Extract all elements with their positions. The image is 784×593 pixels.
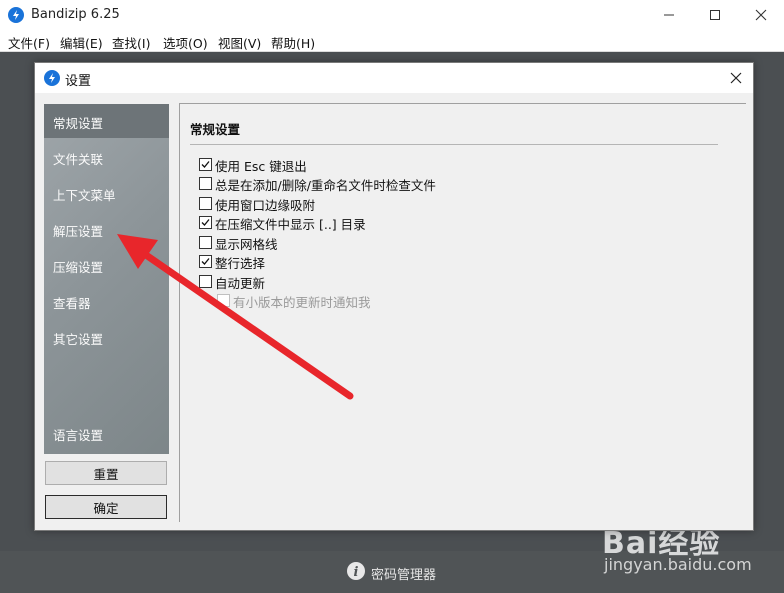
option-label: 整行选择	[215, 256, 266, 271]
sidebar-item-label: 解压设置	[53, 224, 104, 239]
section-divider	[190, 144, 718, 145]
option-label: 使用窗口边缘吸附	[215, 198, 316, 213]
svg-text:i: i	[354, 565, 359, 580]
sidebar-item-context-menu[interactable]: 上下文菜单	[44, 176, 169, 210]
checkbox-unchecked[interactable]	[199, 197, 212, 210]
sidebar-item-general[interactable]: 常规设置	[44, 104, 169, 138]
checkbox-unchecked[interactable]	[199, 177, 212, 190]
sidebar-item-label: 其它设置	[53, 332, 104, 347]
bandizip-logo-icon	[8, 7, 24, 23]
sidebar-item-label: 查看器	[53, 296, 91, 311]
close-dialog-icon[interactable]	[719, 63, 753, 93]
sidebar-item-other[interactable]: 其它设置	[44, 320, 169, 354]
checkbox-checked[interactable]	[199, 216, 212, 229]
dialog-title-bar: 设置	[35, 63, 753, 93]
watermark-url: jingyan.baidu.com	[604, 555, 752, 574]
sidebar-item-label: 压缩设置	[53, 260, 104, 275]
close-window-icon[interactable]	[738, 0, 784, 30]
sidebar-item-viewer[interactable]: 查看器	[44, 284, 169, 318]
checkbox-checked[interactable]	[199, 255, 212, 268]
menu-help[interactable]: 帮助(H)	[271, 33, 315, 52]
menu-view[interactable]: 视图(V)	[218, 33, 261, 52]
menu-file[interactable]: 文件(F)	[8, 33, 50, 52]
app-title: Bandizip 6.25	[31, 7, 120, 22]
sidebar-item-language[interactable]: 语言设置	[44, 416, 169, 450]
title-bar: Bandizip 6.25	[0, 0, 784, 30]
sidebar-item-extract[interactable]: 解压设置	[44, 212, 169, 246]
sidebar-item-label: 语言设置	[53, 428, 104, 443]
option-label: 自动更新	[215, 276, 266, 291]
info-icon[interactable]: i	[347, 562, 365, 580]
menu-divider	[0, 51, 784, 52]
sidebar-item-label: 文件关联	[53, 152, 104, 167]
dialog-title: 设置	[65, 74, 92, 89]
checkbox-unchecked[interactable]	[199, 275, 212, 288]
option-label: 使用 Esc 键退出	[215, 159, 307, 174]
bandizip-logo-icon	[44, 70, 60, 86]
password-manager-link[interactable]: 密码管理器	[371, 564, 436, 583]
checkbox-disabled	[217, 294, 230, 307]
section-title: 常规设置	[190, 122, 241, 137]
menu-edit[interactable]: 编辑(E)	[60, 33, 103, 52]
settings-panel: 常规设置 使用 Esc 键退出 总是在添加/删除/重命名文件时检查文件 使用窗口…	[179, 103, 746, 522]
option-label: 显示网格线	[215, 237, 278, 252]
sidebar-item-compress[interactable]: 压缩设置	[44, 248, 169, 282]
option-label: 有小版本的更新时通知我	[233, 295, 371, 310]
settings-dialog: 设置 常规设置 文件关联 上下文菜单 解压设置 压缩设置 查看器 其它设置 语言…	[34, 62, 754, 531]
menu-bar: 文件(F) 编辑(E) 查找(I) 选项(O) 视图(V) 帮助(H)	[0, 30, 784, 51]
settings-sidebar: 常规设置 文件关联 上下文菜单 解压设置 压缩设置 查看器 其它设置 语言设置	[44, 104, 169, 454]
reset-button[interactable]: 重置	[45, 461, 167, 485]
sidebar-item-file-association[interactable]: 文件关联	[44, 140, 169, 174]
sidebar-item-label: 常规设置	[53, 116, 104, 131]
menu-find[interactable]: 查找(I)	[112, 33, 150, 52]
ok-button[interactable]: 确定	[45, 495, 167, 519]
sidebar-item-label: 上下文菜单	[53, 188, 116, 203]
menu-options[interactable]: 选项(O)	[163, 33, 208, 52]
option-label: 在压缩文件中显示 [..] 目录	[215, 217, 366, 232]
maximize-icon[interactable]	[692, 0, 738, 30]
checkbox-checked[interactable]	[199, 158, 212, 171]
minimize-icon[interactable]	[646, 0, 692, 30]
checkbox-unchecked[interactable]	[199, 236, 212, 249]
option-label: 总是在添加/删除/重命名文件时检查文件	[215, 178, 436, 193]
